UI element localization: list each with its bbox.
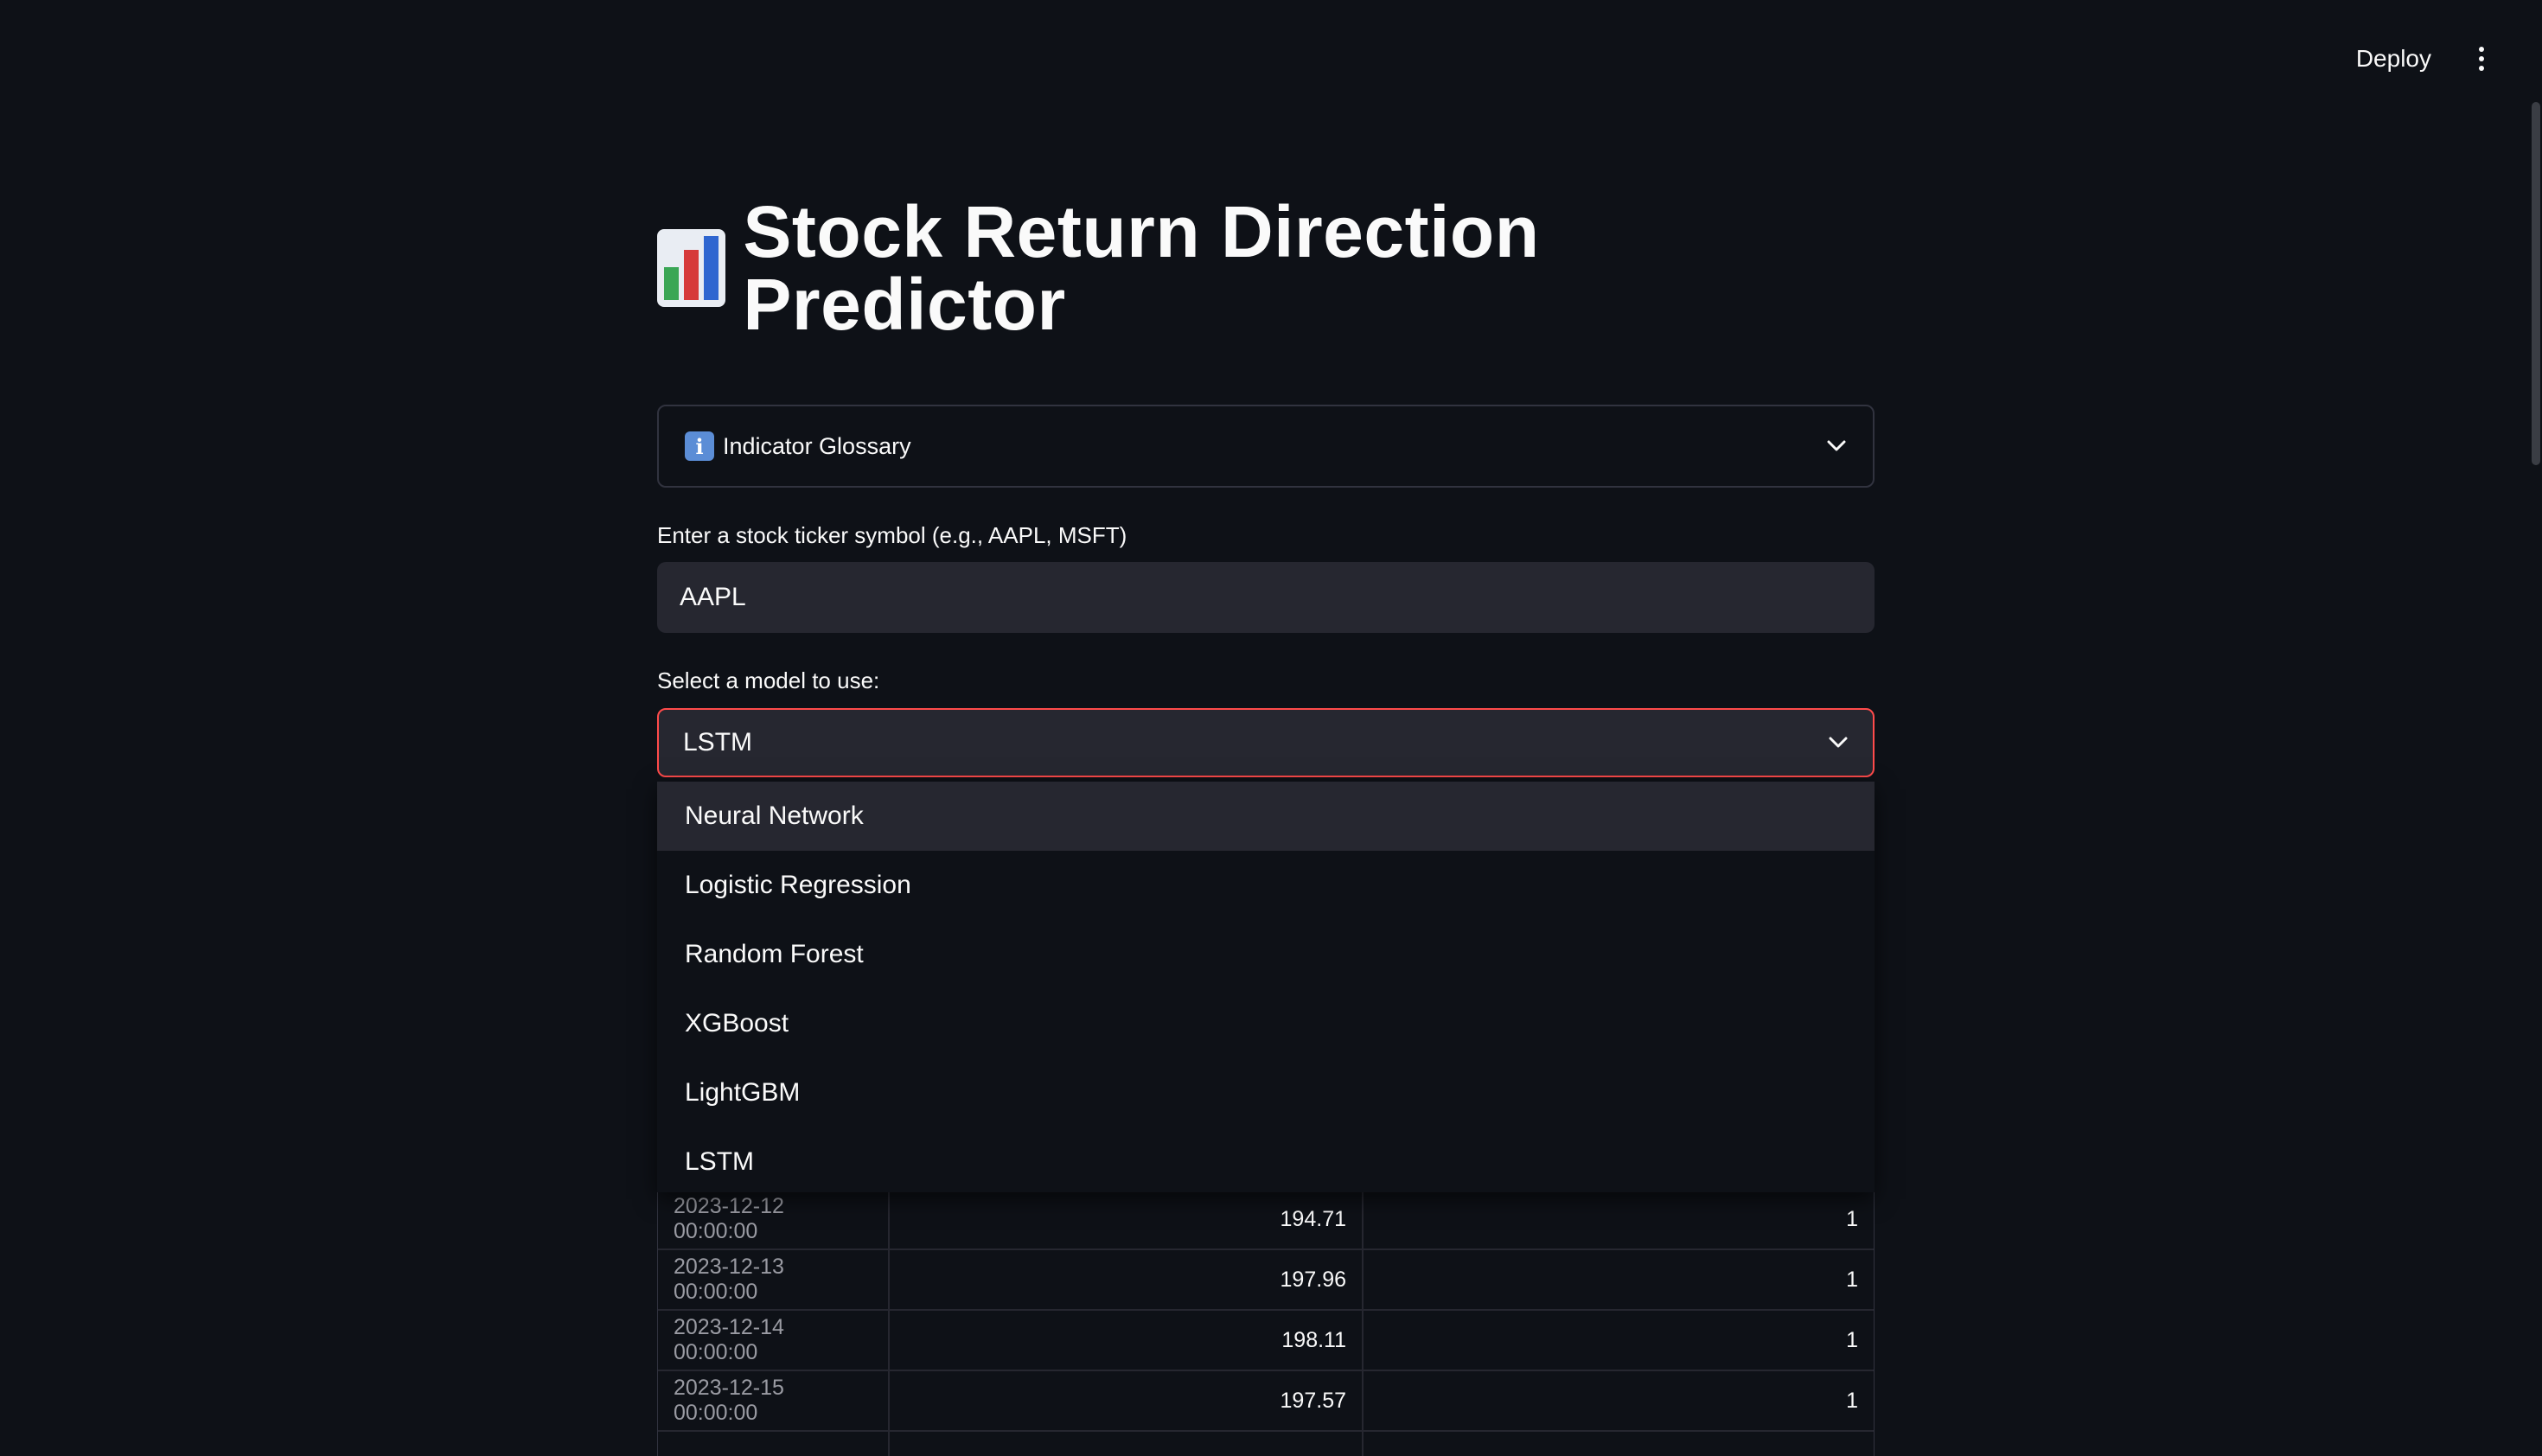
- expander-label: Indicator Glossary: [723, 432, 911, 459]
- header-actions: Deploy: [2347, 38, 2490, 80]
- table-cell: 197.57: [890, 1371, 1364, 1430]
- table-index-cell: 2023-12-14 00:00:00: [658, 1311, 890, 1370]
- model-dropdown-menu: Neural Network Logistic Regression Rando…: [657, 782, 1875, 1192]
- data-table: 2023-12-12 00:00:00 194.71 1 2023-12-13 …: [657, 1190, 1875, 1456]
- table-cell: [890, 1432, 1364, 1456]
- model-option-logistic-regression[interactable]: Logistic Regression: [657, 851, 1875, 920]
- model-select[interactable]: LSTM: [657, 708, 1875, 777]
- indicator-glossary-expander[interactable]: i Indicator Glossary: [657, 405, 1875, 488]
- table-cell: 194.71: [890, 1190, 1364, 1248]
- table-row: 2023-12-14 00:00:00 198.11 1: [658, 1311, 1874, 1371]
- table-row: 2023-12-12 00:00:00 194.71 1: [658, 1190, 1874, 1250]
- ticker-input[interactable]: [657, 562, 1875, 633]
- info-icon: i: [685, 431, 714, 461]
- model-option-lightgbm[interactable]: LightGBM: [657, 1058, 1875, 1127]
- model-select-label: Select a model to use:: [657, 667, 880, 693]
- table-index-cell: [658, 1432, 890, 1456]
- model-select-value: LSTM: [683, 728, 753, 757]
- model-option-xgboost[interactable]: XGBoost: [657, 989, 1875, 1058]
- table-index-cell: 2023-12-13 00:00:00: [658, 1250, 890, 1309]
- table-index-cell: 2023-12-12 00:00:00: [658, 1190, 890, 1248]
- bar-chart-icon: [657, 229, 726, 307]
- table-row: 2023-12-15 00:00:00 197.57 1: [658, 1371, 1874, 1432]
- table-cell: 1: [1846, 1388, 1858, 1413]
- chevron-down-icon: [1826, 436, 1847, 457]
- table-cell: 1: [1846, 1267, 1858, 1292]
- model-option-lstm[interactable]: LSTM: [657, 1127, 1875, 1197]
- table-cell: 198.11: [890, 1311, 1364, 1370]
- table-cell: 1: [1846, 1206, 1858, 1231]
- model-option-neural-network[interactable]: Neural Network: [657, 782, 1875, 851]
- table-cell: 197.96: [890, 1250, 1364, 1309]
- more-vertical-icon[interactable]: [2473, 43, 2490, 74]
- model-option-random-forest[interactable]: Random Forest: [657, 920, 1875, 989]
- table-cell: [1364, 1432, 1874, 1456]
- page-title-row: Stock Return Direction Predictor: [657, 195, 1875, 341]
- table-cell: 1: [1846, 1327, 1858, 1352]
- table-row: [658, 1432, 1874, 1456]
- table-row: 2023-12-13 00:00:00 197.96 1: [658, 1250, 1874, 1311]
- chevron-down-icon: [1828, 732, 1849, 753]
- page-title: Stock Return Direction Predictor: [743, 191, 1540, 345]
- scrollbar[interactable]: [2528, 95, 2542, 1456]
- deploy-button[interactable]: Deploy: [2347, 38, 2440, 80]
- app-page: Deploy Stock Return Direction Predictor …: [0, 0, 2542, 1456]
- ticker-label: Enter a stock ticker symbol (e.g., AAPL,…: [657, 522, 1127, 548]
- scrollbar-thumb[interactable]: [2532, 102, 2540, 465]
- table-index-cell: 2023-12-15 00:00:00: [658, 1371, 890, 1430]
